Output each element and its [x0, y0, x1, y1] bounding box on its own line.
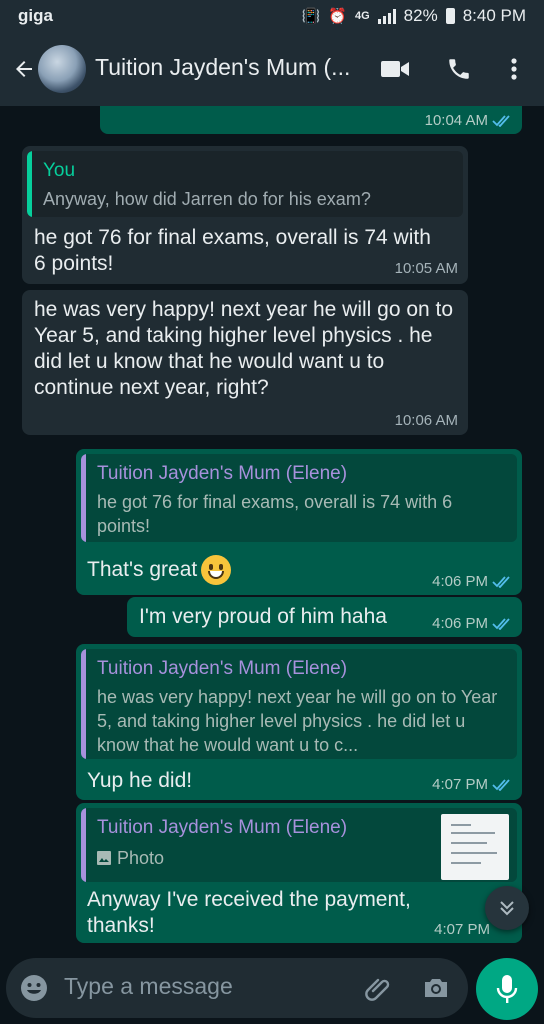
message-text: That's great: [87, 558, 198, 581]
carrier-name: giga: [18, 6, 53, 25]
message-bubble-outgoing[interactable]: I'm very proud of him haha 4:06 PM: [127, 597, 522, 637]
message-text: he got 76 for final exams, overall is 74…: [34, 226, 431, 275]
double-check-icon: [492, 617, 510, 630]
signal-icon: [377, 8, 396, 24]
vibrate-icon: 📳: [301, 8, 321, 25]
voice-call-icon[interactable]: [441, 52, 477, 86]
message-text: I'm very proud of him haha: [139, 605, 387, 628]
battery-icon: [445, 8, 455, 24]
alarm-icon: ⏰: [328, 8, 347, 25]
attach-icon[interactable]: [362, 972, 394, 1004]
grinning-face-icon: [201, 555, 232, 586]
photo-thumbnail[interactable]: [441, 814, 509, 880]
message-bubble-outgoing[interactable]: Tuition Jayden's Mum (Elene) Photo Anywa…: [76, 803, 522, 943]
message-time: 4:07 PM: [432, 776, 488, 793]
back-arrow-icon[interactable]: [8, 53, 40, 85]
quote-author: You: [43, 160, 76, 181]
quoted-message[interactable]: Tuition Jayden's Mum (Elene) he got 76 f…: [81, 454, 517, 542]
message-time: 4:06 PM: [432, 573, 488, 590]
scroll-to-bottom-button[interactable]: [485, 886, 529, 930]
voice-message-button[interactable]: [476, 958, 538, 1020]
video-call-icon[interactable]: [377, 52, 413, 86]
quote-bar: [27, 151, 32, 217]
message-composer: Type a message: [6, 958, 468, 1018]
lte-icon: 4G: [354, 10, 370, 22]
camera-icon[interactable]: [420, 972, 452, 1004]
message-bubble-incoming[interactable]: he was very happy! next year he will go …: [22, 290, 468, 435]
microphone-icon: [496, 975, 518, 1003]
chat-header: Tuition Jayden's Mum (...: [0, 32, 544, 106]
quote-text: he was very happy! next year he will go …: [97, 687, 498, 755]
quote-author: Tuition Jayden's Mum (Elene): [97, 658, 348, 679]
quoted-message[interactable]: Tuition Jayden's Mum (Elene) Photo: [81, 808, 517, 882]
avatar[interactable]: [38, 45, 86, 93]
message-input[interactable]: Type a message: [64, 973, 233, 1000]
double-chevron-down-icon: [500, 901, 514, 916]
double-check-icon: [492, 778, 510, 791]
chat-title[interactable]: Tuition Jayden's Mum (...: [95, 54, 365, 81]
message-text: Yup he did!: [87, 769, 193, 792]
quote-text: Anyway, how did Jarren do for his exam?: [43, 189, 371, 209]
more-options-icon[interactable]: [496, 52, 532, 86]
quoted-message[interactable]: Tuition Jayden's Mum (Elene) he was very…: [81, 649, 517, 759]
message-bubble-outgoing[interactable]: Tuition Jayden's Mum (Elene) he was very…: [76, 644, 522, 800]
message-time: 10:04 AM: [424, 112, 488, 129]
message-time: 4:07 PM: [434, 921, 490, 938]
message-text: Anyway I've received the payment, thanks…: [87, 888, 411, 937]
quote-text: he got 76 for final exams, overall is 74…: [97, 492, 453, 536]
status-bar: giga 📳 ⏰ 4G 82% 8:40 PM: [0, 0, 544, 32]
quote-author: Tuition Jayden's Mum (Elene): [97, 817, 348, 838]
message-list[interactable]: 10:04 AM You Anyway, how did Jarren do f…: [0, 106, 544, 950]
emoji-icon[interactable]: [18, 972, 50, 1004]
status-icons: 📳 ⏰ 4G 82% 8:40 PM: [302, 6, 526, 26]
message-time: 10:05 AM: [394, 260, 458, 277]
photo-icon: [97, 851, 111, 865]
double-check-icon: [492, 575, 510, 588]
message-time: 4:06 PM: [432, 615, 488, 632]
quoted-message[interactable]: You Anyway, how did Jarren do for his ex…: [27, 151, 463, 217]
message-bubble-outgoing[interactable]: 10:04 AM: [100, 106, 522, 134]
message-bubble-outgoing[interactable]: Tuition Jayden's Mum (Elene) he got 76 f…: [76, 449, 522, 595]
message-bubble-incoming[interactable]: You Anyway, how did Jarren do for his ex…: [22, 146, 468, 284]
battery-percent: 82%: [403, 6, 438, 25]
quote-bar: [81, 808, 86, 882]
message-text: he was very happy! next year he will go …: [34, 298, 454, 399]
quote-bar: [81, 649, 86, 759]
quote-bar: [81, 454, 86, 542]
double-check-icon: [492, 114, 510, 127]
quote-text: Photo: [117, 848, 165, 868]
message-time: 10:06 AM: [394, 412, 458, 429]
quote-author: Tuition Jayden's Mum (Elene): [97, 463, 348, 484]
clock: 8:40 PM: [462, 6, 526, 25]
